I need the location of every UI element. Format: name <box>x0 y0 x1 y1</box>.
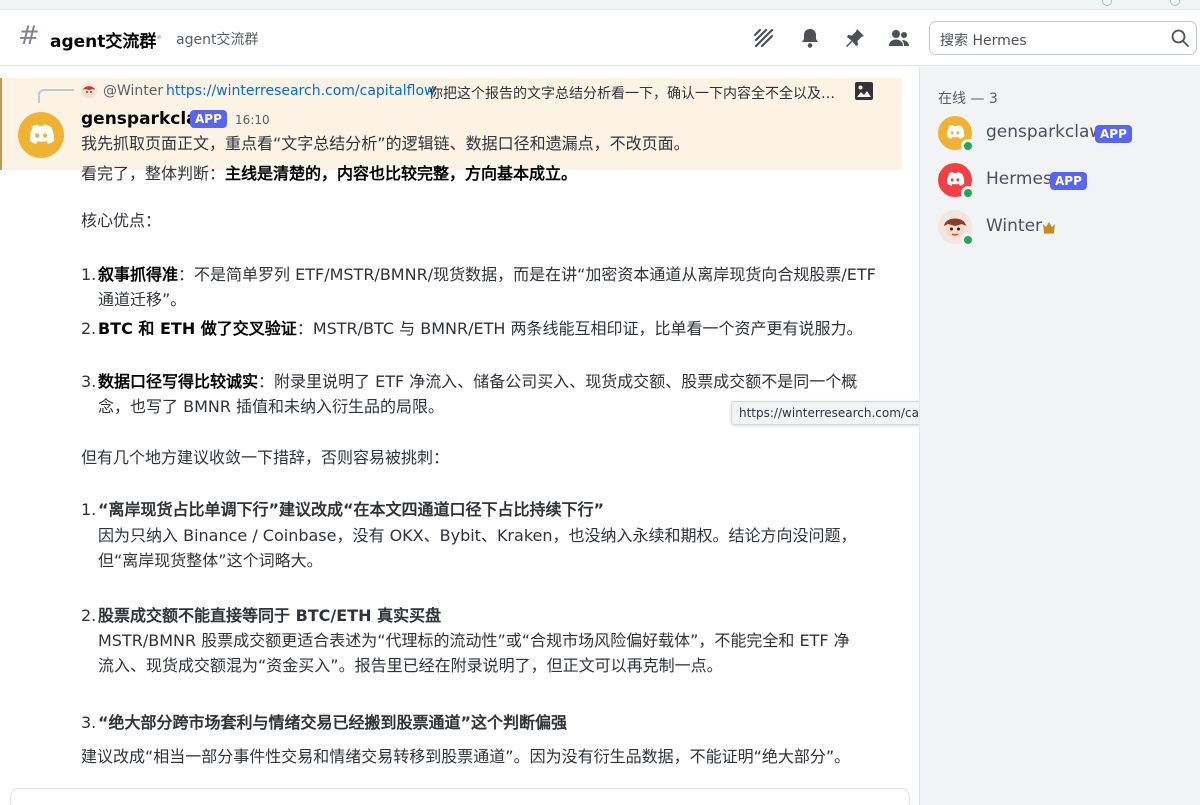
image-icon[interactable] <box>854 81 874 101</box>
reply-avatar[interactable] <box>81 83 97 99</box>
bell-icon[interactable] <box>798 26 822 50</box>
issue-text: 建议改成“相当一部分事件性交易和情绪交易转移到股票通道”。因为没有衍生品数据，不… <box>81 747 851 766</box>
list-number: 2. <box>81 319 97 338</box>
member-name[interactable]: Winter <box>986 216 1042 236</box>
app-badge: APP <box>190 110 227 128</box>
channel-name: agent交流群 <box>50 32 157 52</box>
channel-header: # agent交流群 agent交流群 搜索 Hermes <box>0 10 1200 66</box>
window-control[interactable] <box>1102 0 1112 6</box>
search-placeholder: 搜索 Hermes <box>940 33 1027 49</box>
strength-text: ：MSTR/BTC 与 BMNR/ETH 两条线能互相印证，比单看一个资产更有说… <box>296 319 863 338</box>
list-number: 3. <box>81 372 97 391</box>
issue-text: MSTR/BMNR 股票成交额更适合表述为“代理标的流动性”或“合规市场风险偏好… <box>98 631 850 675</box>
issue-text: 因为只纳入 Binance / Coinbase，没有 OKX、Bybit、Kr… <box>98 526 857 570</box>
channel-topic: agent交流群 <box>176 32 259 48</box>
message-composer[interactable] <box>10 788 910 805</box>
window-top-strip <box>0 0 1200 10</box>
issue-heading: “绝大部分跨市场套利与情绪交易已经搬到股票通道”这个判断偏强 <box>98 713 568 732</box>
window-control[interactable] <box>1170 0 1180 6</box>
app-badge: APP <box>1095 125 1132 143</box>
strength-item: 叙事抓得准：不是简单罗列 ETF/MSTR/BMNR/现货数据，而是在讲“加密资… <box>98 262 888 312</box>
pin-icon[interactable] <box>843 26 867 50</box>
online-status-icon <box>961 233 975 247</box>
issue-heading: 股票成交额不能直接等同于 BTC/ETH 真实买盘 <box>98 606 442 625</box>
message-line: 我先抓取页面正文，重点看“文字总结分析”的逻辑链、数据口径和遗漏点，不改页面。 <box>81 134 690 153</box>
separator-dot <box>157 35 161 39</box>
verdict-prefix: 看完了，整体判断： <box>81 164 226 183</box>
search-icon[interactable] <box>1170 28 1190 48</box>
member-item[interactable]: Hermes APP <box>938 163 1188 203</box>
member-list-icon[interactable] <box>887 26 911 50</box>
strength-heading: 叙事抓得准 <box>98 265 179 284</box>
list-number: 2. <box>81 606 97 625</box>
online-status-icon <box>961 139 975 153</box>
list-number: 3. <box>81 713 97 732</box>
list-number: 1. <box>81 265 97 284</box>
message-area: @Winter https://winterresearch.com/capit… <box>0 67 919 805</box>
strength-heading: 数据口径写得比较诚实 <box>98 372 259 391</box>
strengths-title: 核心优点： <box>81 211 162 230</box>
online-status-icon <box>961 186 975 200</box>
list-number: 1. <box>81 500 97 519</box>
channel-hash-icon: # <box>18 21 40 51</box>
reply-link[interactable]: https://winterresearch.com/capitalflow <box>166 83 436 99</box>
member-item[interactable]: Winter <box>938 210 1188 250</box>
threads-icon[interactable] <box>752 26 776 50</box>
reply-connector <box>38 89 74 103</box>
search-input[interactable]: 搜索 Hermes <box>929 21 1197 55</box>
issue-heading: “离岸现货占比单调下行”建议改成“在本文四通道口径下占比持续下行” <box>98 500 605 519</box>
reply-username[interactable]: @Winter <box>103 83 163 99</box>
author-avatar[interactable] <box>18 112 64 158</box>
message-timestamp[interactable]: 16:10 <box>235 113 270 127</box>
strength-item: BTC 和 ETH 做了交叉验证：MSTR/BTC 与 BMNR/ETH 两条线… <box>98 316 888 341</box>
member-name[interactable]: gensparkclaw <box>986 122 1103 142</box>
member-item[interactable]: gensparkclaw APP <box>938 116 1188 156</box>
strength-text: ：不是简单罗列 ETF/MSTR/BMNR/现货数据，而是在讲“加密资本通道从离… <box>98 265 876 309</box>
online-section-title: 在线 — 3 <box>938 91 998 107</box>
app-badge: APP <box>1050 172 1087 190</box>
verdict-bold: 主线是清楚的，内容也比较完整，方向基本成立。 <box>225 164 578 183</box>
reply-preview-text[interactable]: 你把这个报告的文字总结分析看一下，确认一下内容全不全以及有没有什么问题 <box>429 83 844 103</box>
strength-heading: BTC 和 ETH 做了交叉验证 <box>98 319 297 338</box>
crown-icon <box>1041 219 1057 235</box>
member-name[interactable]: Hermes <box>986 169 1052 189</box>
issues-title: 但有几个地方建议收敛一下措辞，否则容易被挑刺： <box>81 448 450 467</box>
verdict-line: 看完了，整体判断：主线是清楚的，内容也比较完整，方向基本成立。 <box>81 161 577 186</box>
